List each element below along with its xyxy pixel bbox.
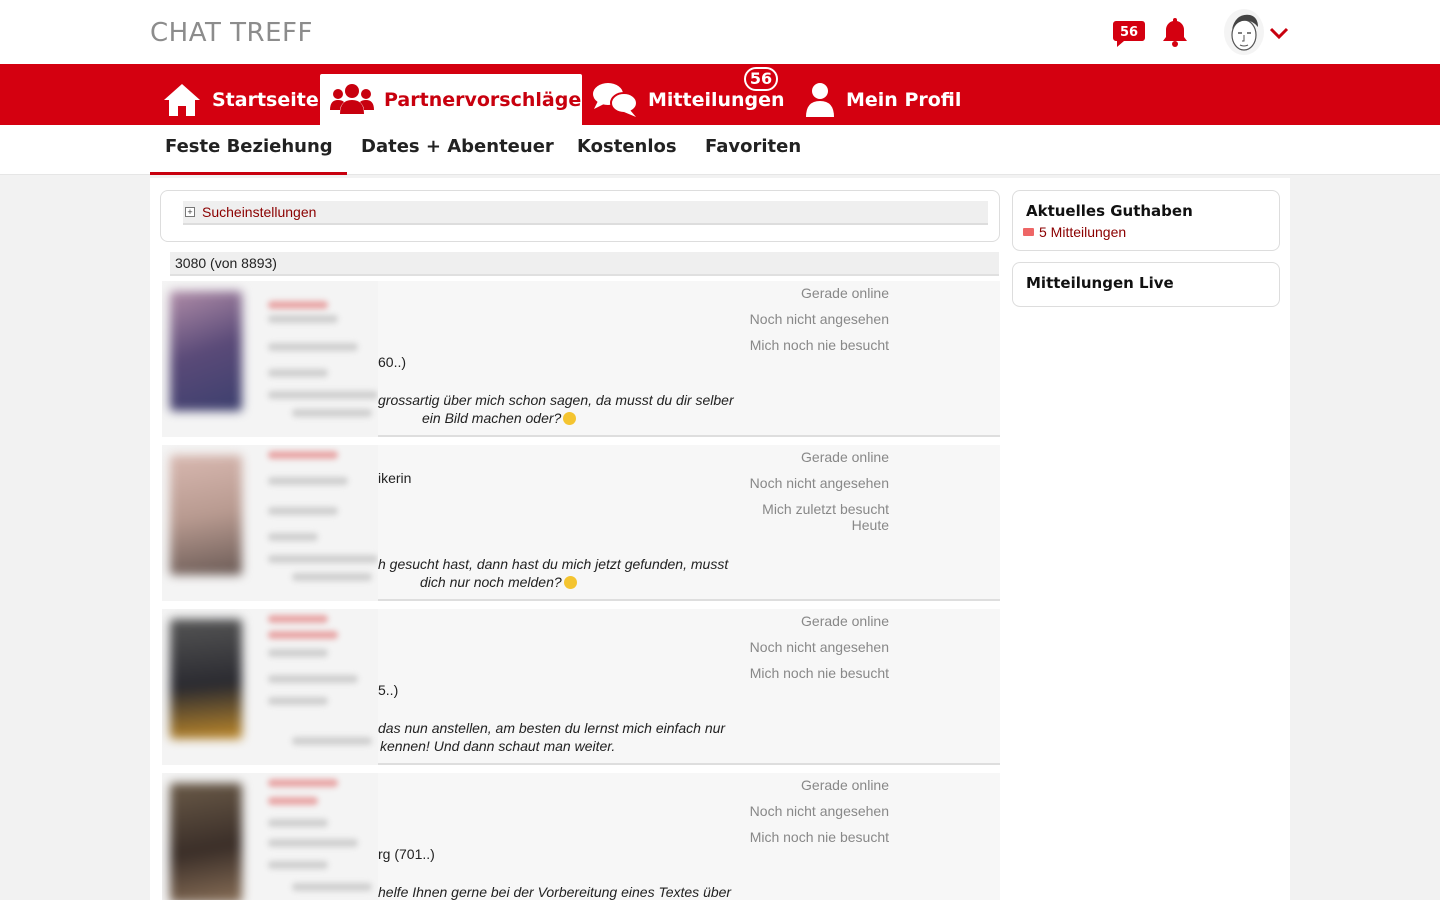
profile-info-fragment: 60..) — [378, 354, 407, 370]
users-icon — [330, 83, 374, 114]
blurred-profile-preview — [162, 281, 378, 437]
status-visited: Mich noch nie besucht — [749, 665, 889, 681]
chat-notification-icon[interactable]: 56 — [1112, 18, 1146, 48]
profile-quote: helfe Ihnen gerne bei der Vorbereitung e… — [378, 884, 732, 900]
tab-kostenlos[interactable]: Kostenlos — [577, 136, 677, 157]
status-viewed: Noch nicht angesehen — [749, 311, 889, 327]
search-settings-label[interactable]: Sucheinstellungen — [202, 204, 316, 220]
smiley-icon — [563, 576, 577, 589]
profile-photo[interactable] — [170, 455, 242, 575]
home-icon — [164, 83, 200, 116]
status-visited: Mich noch nie besucht — [749, 337, 889, 353]
nav-label: Startseite — [212, 88, 319, 111]
balance-title: Aktuelles Guthaben — [1026, 202, 1193, 220]
nav-label: Mein Profil — [846, 88, 962, 111]
blurred-profile-preview — [162, 445, 378, 601]
balance-messages-link[interactable]: 5 Mitteilungen — [1023, 224, 1126, 240]
status-visited-when: Heute — [851, 517, 889, 533]
profile-card[interactable]: 5..) das nun anstellen, am besten du ler… — [162, 609, 1000, 765]
tab-dates-abenteuer[interactable]: Dates + Abenteuer — [361, 136, 554, 157]
blurred-profile-preview — [162, 609, 378, 765]
profile-photo[interactable] — [170, 783, 242, 900]
profile-card[interactable]: rg (701..) helfe Ihnen gerne bei der Vor… — [162, 773, 1000, 900]
results-count: 3080 (von 8893) — [175, 255, 277, 271]
user-avatar[interactable] — [1224, 9, 1264, 55]
status-viewed: Noch nicht angesehen — [749, 475, 889, 491]
tab-favoriten[interactable]: Favoriten — [705, 136, 801, 157]
nav-label: Partnervorschläge — [384, 88, 582, 111]
profile-photo[interactable] — [170, 291, 242, 411]
site-logo[interactable]: CHAT TREFF — [150, 18, 313, 48]
user-icon — [806, 82, 834, 117]
message-count-badge: 56 — [744, 67, 778, 91]
status-online: Gerade online — [801, 777, 889, 793]
profile-photo[interactable] — [170, 619, 242, 739]
nav-item-startseite[interactable]: Startseite — [160, 74, 319, 125]
sub-nav: Feste Beziehung Dates + Abenteuer Kosten… — [0, 125, 1440, 175]
blurred-profile-preview — [162, 773, 378, 900]
status-online: Gerade online — [801, 613, 889, 629]
balance-messages-label[interactable]: 5 Mitteilungen — [1039, 224, 1126, 240]
status-visited: Mich zuletzt besucht — [762, 501, 889, 517]
smiley-icon — [563, 412, 577, 425]
profile-info-fragment: 5..) — [378, 682, 399, 698]
profile-quote: h gesucht hast, dann hast du mich jetzt … — [378, 556, 729, 590]
tab-feste-beziehung[interactable]: Feste Beziehung — [165, 136, 333, 157]
nav-item-mein-profil[interactable]: Mein Profil — [804, 74, 961, 125]
results-count-bar — [170, 252, 999, 276]
status-viewed: Noch nicht angesehen — [749, 639, 889, 655]
nav-item-partnervorschlaege[interactable]: Partnervorschläge — [320, 74, 582, 125]
envelope-icon — [1023, 228, 1034, 236]
profile-info-fragment: rg (701..) — [378, 846, 435, 862]
status-viewed: Noch nicht angesehen — [749, 803, 889, 819]
live-messages-title[interactable]: Mitteilungen Live — [1026, 274, 1174, 292]
status-visited: Mich noch nie besucht — [749, 829, 889, 845]
status-online: Gerade online — [801, 285, 889, 301]
live-messages-panel: Mitteilungen Live — [1012, 262, 1280, 307]
profile-info-fragment: ikerin — [378, 470, 412, 486]
chevron-down-icon[interactable] — [1268, 24, 1290, 42]
profile-card[interactable]: 60..) grossartig über mich schon sagen, … — [162, 281, 1000, 437]
balance-panel: Aktuelles Guthaben 5 Mitteilungen — [1012, 190, 1280, 251]
top-header: CHAT TREFF 56 — [0, 0, 1440, 64]
chat-badge-count: 56 — [1120, 25, 1138, 40]
profile-quote: grossartig über mich schon sagen, da mus… — [378, 392, 734, 426]
nav-label: Mitteilungen — [648, 88, 785, 111]
profile-card[interactable]: ikerin h gesucht hast, dann hast du mich… — [162, 445, 1000, 601]
profile-quote: das nun anstellen, am besten du lernst m… — [378, 720, 726, 754]
main-nav: Startseite Partnervorschläge Mitteilunge… — [0, 64, 1440, 125]
chat-bubbles-icon — [593, 82, 638, 117]
status-online: Gerade online — [801, 449, 889, 465]
bell-icon[interactable] — [1160, 16, 1190, 48]
expand-plus-icon[interactable]: + — [185, 207, 195, 217]
